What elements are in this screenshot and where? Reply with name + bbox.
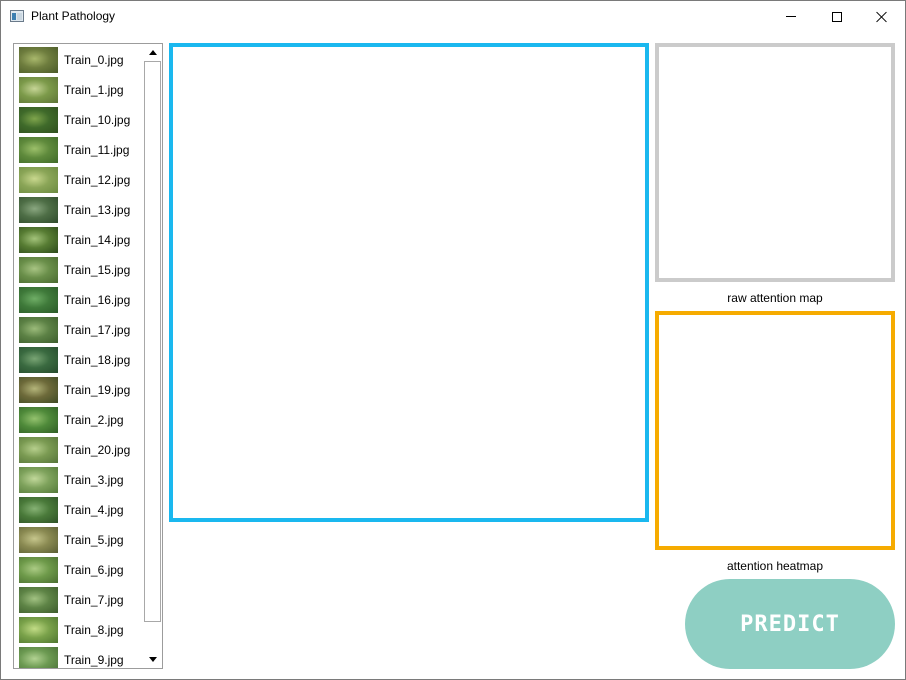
raw-attention-map-label: raw attention map [727,291,823,305]
image-file-list[interactable]: Train_0.jpg Train_1.jpg Train_10.jpg Train_… [13,43,163,669]
list-item-label: Train_18.jpg [64,353,131,367]
maximize-button[interactable] [814,1,860,32]
leaf-thumbnail [19,197,58,223]
scroll-thumb[interactable] [144,61,161,622]
list-item[interactable]: Train_14.jpg [14,224,143,254]
list-item-label: Train_8.jpg [64,623,124,637]
attention-heatmap-label: attention heatmap [726,559,824,573]
scroll-up-button[interactable] [143,44,162,61]
list-item[interactable]: Train_10.jpg [14,104,143,134]
list-item[interactable]: Train_2.jpg [14,404,143,434]
list-item-label: Train_11.jpg [64,143,130,157]
list-item[interactable]: Train_4.jpg [14,494,143,524]
attention-heatmap-panel [655,311,895,550]
leaf-thumbnail [19,347,58,373]
list-item[interactable]: Train_16.jpg [14,284,143,314]
leaf-thumbnail [19,77,58,103]
leaf-thumbnail [19,257,58,283]
list-item[interactable]: Train_12.jpg [14,164,143,194]
list-item-label: Train_20.jpg [64,443,131,457]
leaf-thumbnail [19,467,58,493]
list-item[interactable]: Train_5.jpg [14,524,143,554]
minimize-button[interactable] [768,1,814,32]
list-item-label: Train_9.jpg [64,653,124,667]
leaf-thumbnail [19,557,58,583]
close-button[interactable] [859,1,905,32]
leaf-thumbnail [19,437,58,463]
leaf-thumbnail [19,497,58,523]
leaf-thumbnail [19,107,58,133]
list-item-label: Train_7.jpg [64,593,124,607]
list-item[interactable]: Train_11.jpg [14,134,143,164]
list-item-label: Train_19.jpg [64,383,131,397]
list-item-label: Train_17.jpg [64,323,131,337]
list-item[interactable]: Train_7.jpg [14,584,143,614]
list-item-label: Train_2.jpg [64,413,124,427]
list-item-label: Train_1.jpg [64,83,124,97]
close-icon [876,11,888,23]
list-item-label: Train_16.jpg [64,293,131,307]
app-window: Plant Pathology Train_0.jpg Train_1.jpg Tr… [0,0,906,680]
list-item[interactable]: Train_6.jpg [14,554,143,584]
leaf-thumbnail [19,167,58,193]
title-bar[interactable]: Plant Pathology [1,1,905,32]
list-item-label: Train_12.jpg [64,173,131,187]
leaf-thumbnail [19,227,58,253]
app-icon [10,10,24,22]
list-item[interactable]: Train_19.jpg [14,374,143,404]
minimize-icon [786,16,796,17]
leaf-thumbnail [19,287,58,313]
leaf-thumbnail [19,377,58,403]
list-item-label: Train_4.jpg [64,503,124,517]
leaf-thumbnail [19,47,58,73]
leaf-thumbnail [19,137,58,163]
list-item[interactable]: Train_8.jpg [14,614,143,644]
list-item[interactable]: Train_0.jpg [14,44,143,74]
list-item[interactable]: Train_17.jpg [14,314,143,344]
leaf-thumbnail [19,617,58,643]
leaf-thumbnail [19,647,58,668]
list-item[interactable]: Train_20.jpg [14,434,143,464]
list-item-label: Train_3.jpg [64,473,124,487]
chevron-up-icon [148,50,157,55]
scroll-down-button[interactable] [143,651,162,668]
raw-attention-map-panel [655,43,895,282]
vertical-scrollbar[interactable] [143,44,162,668]
list-item[interactable]: Train_18.jpg [14,344,143,374]
list-item[interactable]: Train_1.jpg [14,74,143,104]
leaf-thumbnail [19,317,58,343]
leaf-thumbnail [19,587,58,613]
list-item-label: Train_6.jpg [64,563,124,577]
chevron-down-icon [148,657,157,662]
leaf-thumbnail [19,527,58,553]
list-item-label: Train_15.jpg [64,263,131,277]
list-item-label: Train_13.jpg [64,203,131,217]
list-item-label: Train_10.jpg [64,113,131,127]
list-item-label: Train_14.jpg [64,233,131,247]
list-item-label: Train_0.jpg [64,53,124,67]
leaf-thumbnail [19,407,58,433]
main-image-panel [169,43,649,522]
maximize-icon [832,11,842,22]
list-item[interactable]: Train_9.jpg [14,644,143,668]
list-item[interactable]: Train_15.jpg [14,254,143,284]
list-item[interactable]: Train_3.jpg [14,464,143,494]
list-item-label: Train_5.jpg [64,533,124,547]
window-title: Plant Pathology [31,9,116,23]
file-list-items: Train_0.jpg Train_1.jpg Train_10.jpg Train_… [14,44,143,668]
list-item[interactable]: Train_13.jpg [14,194,143,224]
predict-button[interactable]: PREDICT [685,579,895,669]
